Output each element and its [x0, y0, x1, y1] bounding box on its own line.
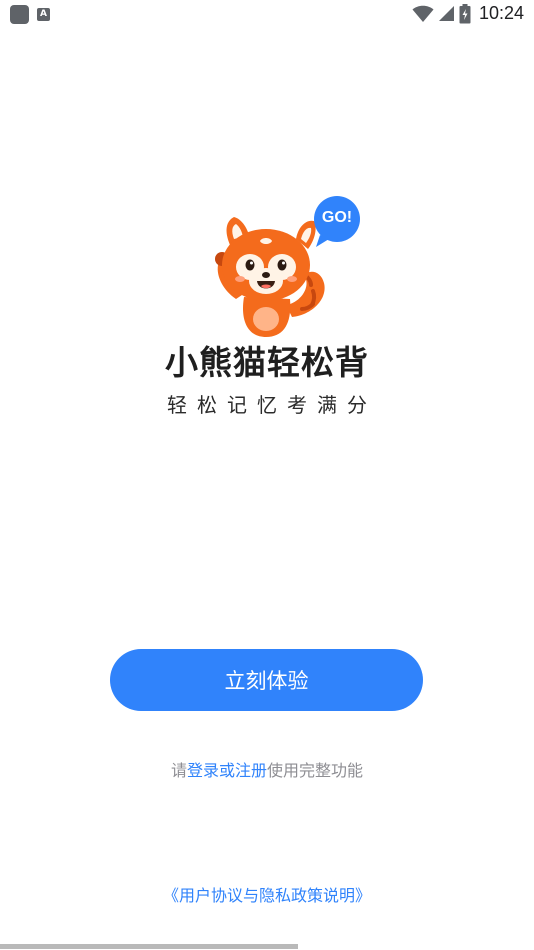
home-indicator: [0, 944, 298, 949]
status-bar: A 10:24: [0, 0, 534, 30]
status-bar-left: A: [10, 5, 50, 24]
wifi-icon: [412, 5, 434, 22]
battery-charging-icon: [459, 3, 471, 23]
login-hint-prefix: 请: [170, 761, 187, 780]
go-bubble-text: GO!: [321, 209, 353, 226]
splash-screen: A 10:24 GO! 小熊猫轻松背 轻松记忆考满分 立刻体验 请登录或注册使用…: [0, 0, 534, 950]
login-hint: 请登录或注册使用完整功能: [0, 757, 534, 781]
app-slogan: 轻松记忆考满分: [167, 393, 377, 417]
cell-signal-icon: [438, 6, 454, 21]
keyboard-a-icon: A: [37, 8, 50, 21]
app-title: 小熊猫轻松背: [165, 343, 369, 382]
login-register-link[interactable]: 登录或注册: [187, 761, 267, 780]
status-bar-right: 10:24: [412, 3, 524, 24]
clock-time: 10:24: [478, 3, 524, 23]
app-square-icon: [10, 5, 29, 24]
login-hint-suffix: 使用完整功能: [267, 761, 364, 780]
start-experience-button[interactable]: 立刻体验: [110, 649, 423, 711]
user-agreement-privacy-link[interactable]: 《用户协议与隐私政策说明》: [0, 882, 534, 906]
app-logo: GO!: [200, 195, 370, 345]
